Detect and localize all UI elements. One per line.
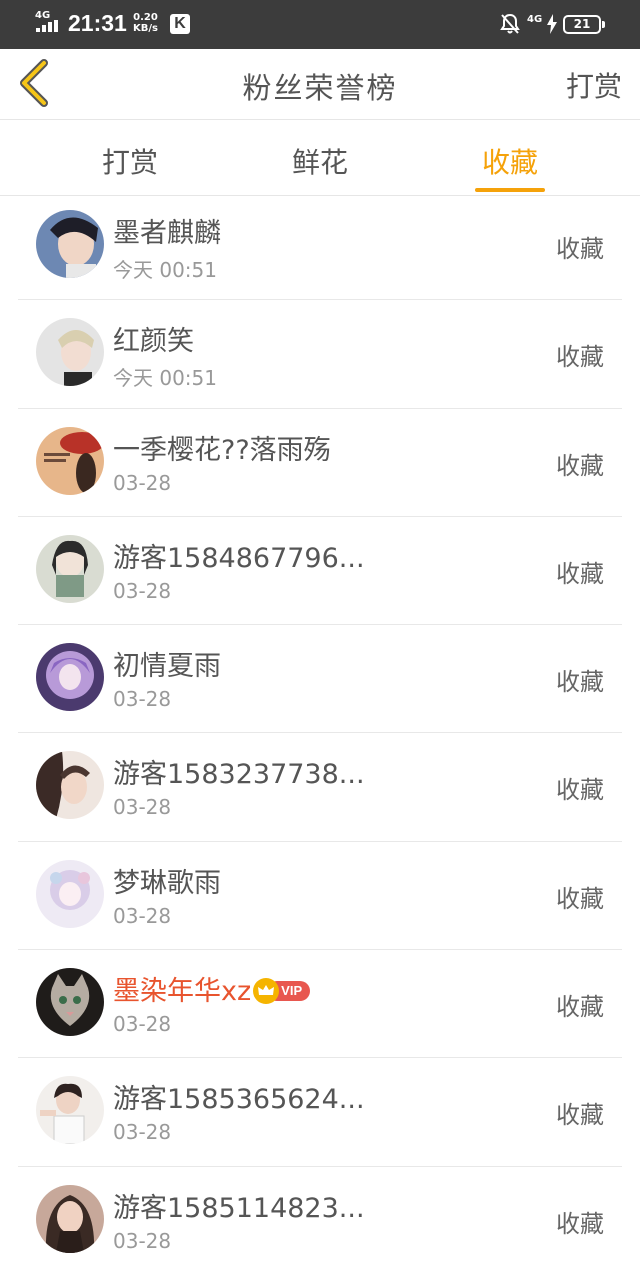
list-item[interactable]: 游客1583237738... 03-28 收藏 [18,733,622,842]
list-item[interactable]: 墨者麒麟 今天 00:51 收藏 [18,192,622,301]
signal-icon [36,20,62,32]
fan-name: 墨染年华xz VIP [113,969,311,1008]
fan-action-label: 收藏 [556,343,604,372]
fan-date: 03-28 [113,795,172,820]
tab-bar: 打赏 鲜花 收藏 [0,121,640,196]
tab-label: 收藏 [481,146,538,179]
avatar [36,318,104,387]
avatar [36,751,104,820]
fan-action-label: 收藏 [556,1209,604,1238]
avatar [36,643,104,712]
list-item[interactable]: 游客1585114823... 03-28 收藏 [18,1167,622,1270]
fan-date: 今天 00:51 [113,258,217,282]
list-item[interactable]: 墨染年华xz VIP 03-28 收藏 [18,950,622,1059]
avatar [36,426,104,495]
fan-date: 03-28 [113,1120,172,1145]
battery-icon: 21 [563,15,605,34]
avatar [36,968,104,1037]
fan-name: 红颜笑 [113,326,194,358]
fan-name: 初情夏雨 [113,651,221,683]
avatar [36,210,104,278]
tab-label: 鲜花 [291,146,348,179]
header: 粉丝荣誉榜 打赏 [0,49,640,120]
tab-reward[interactable]: 打赏 [85,121,175,196]
fan-name: 梦琳歌雨 [113,867,221,899]
fan-name: 游客1585114823... [113,1192,365,1224]
fan-action-label: 收藏 [556,668,604,697]
network-type-right: 4G [527,14,543,25]
network-speed-value: 0.20 [133,12,158,23]
bell-muted-icon [500,13,520,34]
app-notification-icon: K [170,14,190,34]
list-item[interactable]: 一季樱花??落雨殇 03-28 收藏 [18,409,622,517]
fan-action-label: 收藏 [556,559,604,588]
fan-name-text: 墨染年华xz [113,976,252,1008]
list-item[interactable]: 游客1584867796... 03-28 收藏 [18,517,622,626]
fan-date: 03-28 [113,903,172,928]
page-title: 粉丝荣誉榜 [242,71,398,105]
fan-name: 一季樱花??落雨殇 [113,434,331,466]
list-item[interactable]: 游客1585365624... 03-28 收藏 [18,1058,622,1167]
fan-date: 今天 00:51 [113,366,217,391]
avatar [36,1184,104,1253]
list-item[interactable]: 梦琳歌雨 03-28 收藏 [18,842,622,951]
vip-indicator: VIP [253,974,311,1005]
tab-flowers[interactable]: 鲜花 [275,121,365,196]
network-speed: 0.20 KB/s [133,12,158,34]
tab-favorites[interactable]: 收藏 [475,121,545,196]
status-bar: 4G 21:31 0.20 KB/s K 4G 21 [0,0,640,49]
list-item[interactable]: 红颜笑 今天 00:51 收藏 [18,300,622,409]
fan-date: 03-28 [113,687,172,712]
fan-action-label: 收藏 [556,884,604,913]
fan-action-label: 收藏 [556,451,604,480]
fan-date: 03-28 [113,1012,172,1037]
list-item[interactable]: 初情夏雨 03-28 收藏 [18,625,622,734]
crown-icon [253,977,280,1004]
fan-list: 墨者麒麟 今天 00:51 收藏 红颜笑 今天 00:51 收藏 一季樱花??落… [18,192,622,1270]
clock: 21:31 [68,10,127,36]
network-speed-unit: KB/s [133,23,158,34]
fan-action-label: 收藏 [556,235,604,263]
battery-level: 21 [573,17,591,31]
fan-action-label: 收藏 [556,993,604,1022]
fan-name: 墨者麒麟 [113,218,221,249]
fan-action-label: 收藏 [556,1101,604,1130]
avatar [36,859,104,928]
fan-name: 游客1584867796... [113,542,365,574]
avatar [36,534,104,603]
fan-name: 游客1583237738... [113,759,365,791]
fan-date: 03-28 [113,1228,172,1253]
charging-icon [547,14,557,34]
tab-label: 打赏 [101,146,158,179]
fan-name: 游客1585365624... [113,1084,365,1116]
fan-date: 03-28 [113,578,172,603]
avatar [36,1076,104,1145]
fan-date: 03-28 [113,470,172,495]
fan-action-label: 收藏 [556,776,604,805]
reward-button[interactable]: 打赏 [566,65,622,105]
